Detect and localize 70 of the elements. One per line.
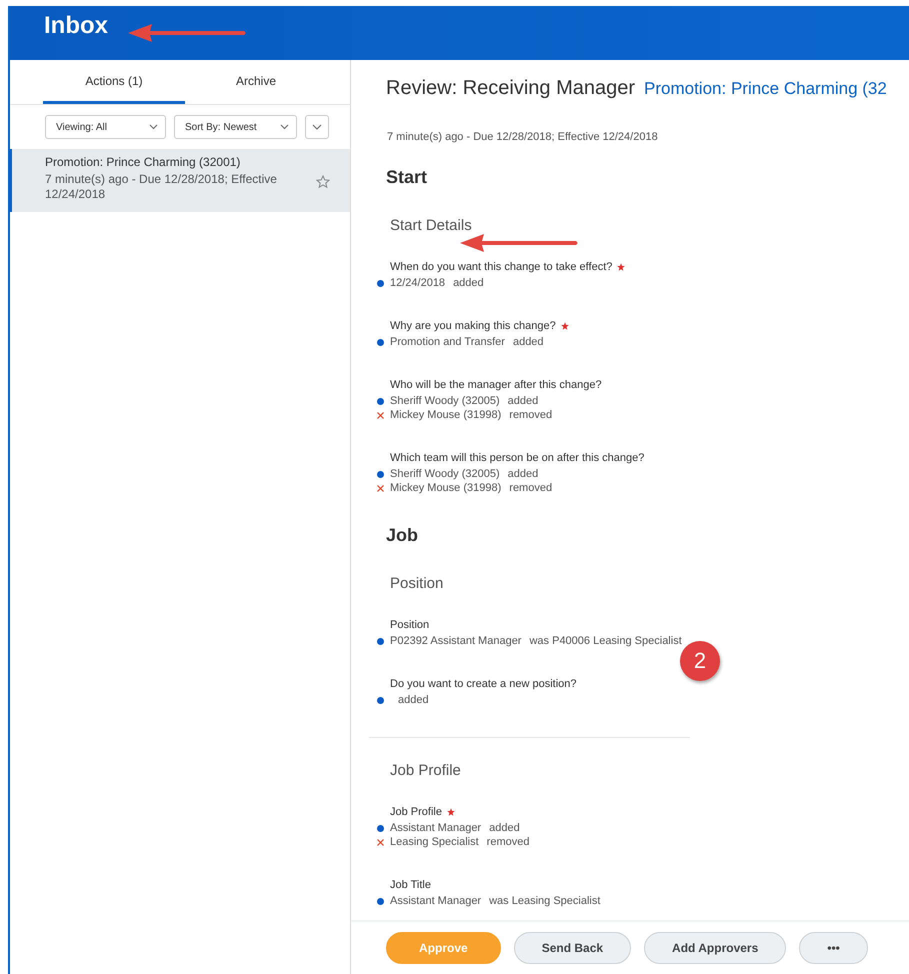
required-icon <box>446 808 455 816</box>
collapse-button[interactable] <box>305 115 329 139</box>
dot-icon <box>377 824 384 832</box>
dot-icon <box>377 338 384 346</box>
dot-icon <box>377 470 384 478</box>
close-icon <box>377 412 384 418</box>
step-badge: 2 <box>680 641 720 681</box>
change-note: removed <box>486 836 530 848</box>
subsection-heading: Start Details <box>390 217 473 234</box>
field-label: When do you want this change to take effect? <box>390 261 612 273</box>
change-note: removed <box>509 409 552 421</box>
field-value: Sheriff Woody (32005) <box>390 395 500 407</box>
field-label: Who will be the manager after this change? <box>390 379 602 391</box>
field-value: P02392 Assistant Manager <box>390 635 522 647</box>
tab[interactable]: Actions (1) <box>43 60 185 104</box>
item-subtitle: 7 minute(s) ago - Due 12/28/2018; Effective 12/24/2018 <box>45 172 278 202</box>
field-value: Promotion and Transfer <box>390 336 505 348</box>
field-value: 12/24/2018 <box>390 277 446 289</box>
tab[interactable]: Archive <box>185 60 327 104</box>
chevron-down-icon <box>149 124 158 130</box>
field-value: Assistant Manager <box>390 895 482 907</box>
arrow-icon <box>458 232 580 254</box>
dot-icon <box>377 280 384 286</box>
change-note: added <box>508 395 538 407</box>
review-title: Review: Receiving Manager <box>386 77 636 100</box>
chevron-down-icon <box>280 124 289 130</box>
change-note: added <box>398 694 429 706</box>
field-value: Mickey Mouse (31998) <box>390 482 502 494</box>
field-value: Leasing Specialist <box>390 836 479 848</box>
change-note: was Leasing Specialist <box>489 895 600 907</box>
change-note: added <box>453 277 484 289</box>
action-button[interactable]: Add Approvers <box>644 932 786 964</box>
star-icon[interactable] <box>316 175 330 189</box>
field-label: Job Title <box>390 879 431 891</box>
field-value: Sheriff Woody (32005) <box>390 468 500 480</box>
change-note: added <box>512 336 544 348</box>
page-title: Inbox <box>44 11 108 40</box>
field-label: Job Profile <box>390 806 442 818</box>
change-note: was P40006 Leasing Specialist <box>529 635 682 647</box>
change-note: removed <box>509 482 552 494</box>
arrow-icon <box>126 22 248 44</box>
field-label: Do you want to create a new position? <box>390 678 577 690</box>
close-icon <box>377 838 384 846</box>
inbox-item[interactable]: Promotion: Prince Charming (32001) 7 minute(s) ago - Due 12/28/2018; Effective 12/24/2018 <box>8 149 350 212</box>
required-icon <box>617 263 626 271</box>
dot-icon <box>377 398 384 404</box>
due-info: 7 minute(s) ago - Due 12/28/2018; Effective 12/24/2018 <box>387 131 659 143</box>
subsection-heading: Job Profile <box>390 762 462 779</box>
dot-icon <box>377 638 384 644</box>
required-icon <box>560 322 569 330</box>
field-value: Mickey Mouse (31998) <box>390 409 502 421</box>
dot-icon <box>377 898 384 904</box>
chevron-down-icon <box>312 124 322 130</box>
change-note: added <box>489 822 520 834</box>
filter-dropdown[interactable]: Sort By: Newest <box>174 115 297 139</box>
change-note: added <box>508 468 538 480</box>
field-value: Assistant Manager <box>390 822 482 834</box>
item-title: Promotion: Prince Charming (32001) <box>45 155 242 169</box>
field-label: Position <box>390 619 430 631</box>
field-label: Which team will this person be on after this change? <box>390 452 644 464</box>
action-button[interactable]: ••• <box>799 932 868 964</box>
filter-dropdown[interactable]: Viewing: All <box>45 115 166 139</box>
field-label: Why are you making this change? <box>390 320 556 332</box>
subsection-heading: Position <box>390 575 444 592</box>
dot-icon <box>377 696 384 704</box>
section-heading: Job <box>386 525 420 546</box>
action-button[interactable]: Send Back <box>514 932 632 964</box>
record-link[interactable]: Promotion: Prince Charming (32 <box>644 79 887 99</box>
close-icon <box>377 484 384 492</box>
section-heading: Start <box>386 167 428 188</box>
